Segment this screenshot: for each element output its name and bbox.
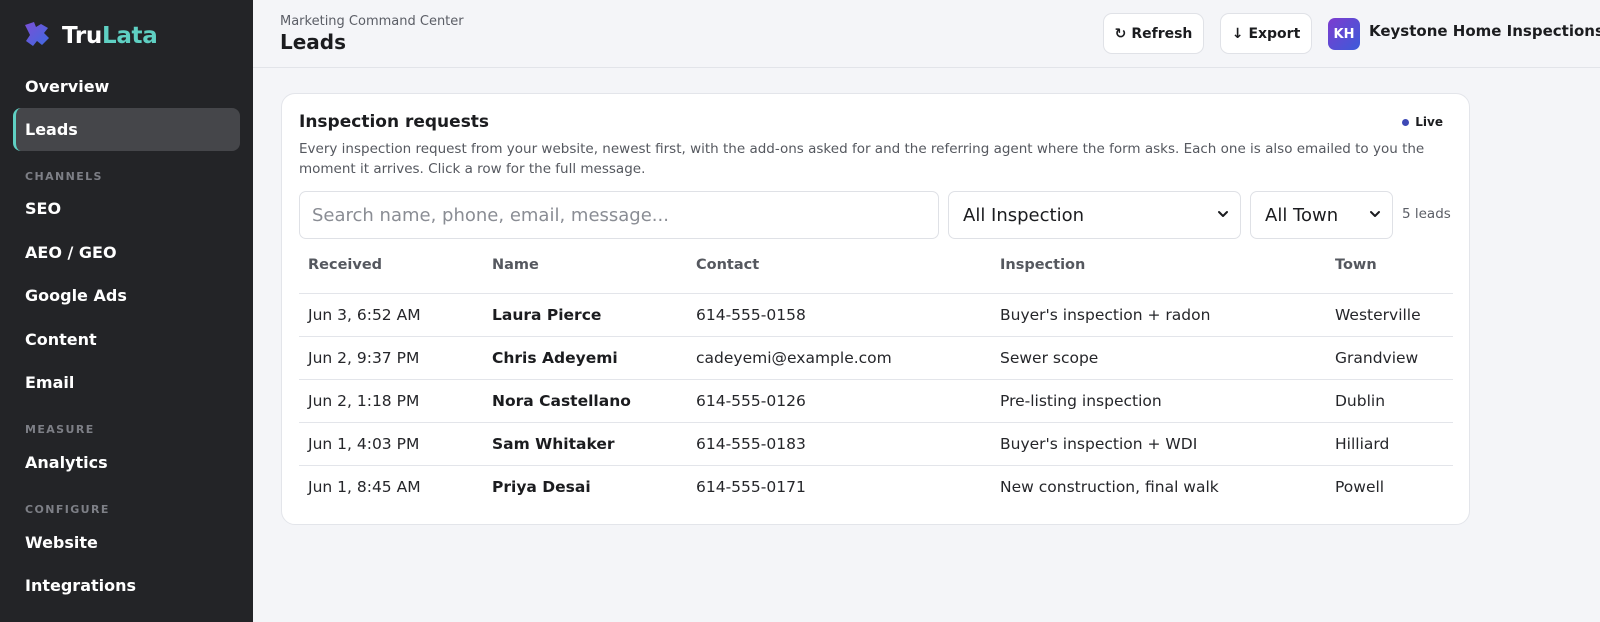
cell-inspection: Pre-listing inspection [1000, 392, 1162, 410]
export-button[interactable]: ↓ Export [1220, 13, 1312, 54]
cell-town: Westerville [1335, 306, 1421, 324]
cell-inspection: Buyer's inspection + WDI [1000, 435, 1198, 453]
inspection-filter-value: All Inspection [963, 204, 1085, 226]
cell-inspection: Buyer's inspection + radon [1000, 306, 1211, 324]
refresh-button-label: Refresh [1131, 25, 1193, 42]
table-row[interactable]: Jun 3, 6:52 AM Laura Pierce 614-555-0158… [299, 294, 1453, 337]
cell-name: Chris Adeyemi [492, 349, 618, 367]
table-header: Received Name Contact Inspection Town [299, 257, 1453, 294]
sidebar-section-channels: CHANNELS [25, 170, 103, 183]
column-header-received[interactable]: Received [308, 257, 382, 273]
export-button-label: Export [1248, 25, 1301, 42]
cell-town: Hilliard [1335, 435, 1390, 453]
brand-name: TruLata [62, 23, 158, 49]
sidebar-section-configure: CONFIGURE [25, 503, 110, 516]
live-dot-icon [1402, 118, 1410, 126]
sidebar-item-overview[interactable]: Overview [13, 65, 240, 108]
cell-name: Laura Pierce [492, 306, 602, 324]
refresh-icon: ↻ [1114, 25, 1127, 42]
cell-name: Priya Desai [492, 478, 591, 496]
brand-name-part2: Lata [101, 23, 158, 49]
page-title: Leads [280, 30, 347, 54]
column-header-contact[interactable]: Contact [696, 257, 759, 273]
sidebar-item-website[interactable]: Website [13, 521, 240, 564]
cell-inspection: Sewer scope [1000, 349, 1099, 367]
puzzle-logo-icon [22, 19, 52, 53]
sidebar-item-seo[interactable]: SEO [13, 187, 240, 230]
sidebar-item-aeo-geo[interactable]: AEO / GEO [13, 231, 240, 274]
card-title: Inspection requests [299, 112, 490, 132]
top-header: Marketing Command Center Leads ↻ Refresh… [253, 0, 1600, 68]
cell-contact: 614-555-0183 [696, 435, 806, 453]
download-arrow-icon: ↓ [1231, 25, 1244, 42]
column-header-name[interactable]: Name [492, 257, 539, 273]
card-description: Every inspection request from your websi… [299, 141, 1425, 177]
brand-name-part1: Tru [62, 23, 102, 49]
sidebar-item-google-ads[interactable]: Google Ads [13, 274, 240, 317]
table-row[interactable]: Jun 1, 8:45 AM Priya Desai 614-555-0171 … [299, 466, 1453, 509]
cell-received: Jun 2, 9:37 PM [308, 349, 420, 367]
cell-contact: cadeyemi@example.com [696, 349, 892, 367]
search-input[interactable] [299, 191, 939, 239]
chevron-down-icon [1370, 211, 1380, 217]
org-name[interactable]: Keystone Home Inspections [1369, 22, 1600, 40]
table-row[interactable]: Jun 1, 4:03 PM Sam Whitaker 614-555-0183… [299, 423, 1453, 466]
sidebar-item-integrations[interactable]: Integrations [13, 564, 240, 607]
brand-logo[interactable]: TruLata [22, 19, 158, 53]
town-filter-select[interactable]: All Town [1250, 191, 1393, 239]
cell-received: Jun 1, 8:45 AM [308, 478, 421, 496]
cell-town: Powell [1335, 478, 1385, 496]
cell-contact: 614-555-0158 [696, 306, 806, 324]
cell-contact: 614-555-0171 [696, 478, 806, 496]
inspection-filter-select[interactable]: All Inspection [948, 191, 1241, 239]
chevron-down-icon [1218, 211, 1228, 217]
column-header-inspection[interactable]: Inspection [1000, 257, 1085, 273]
cell-received: Jun 2, 1:18 PM [308, 392, 420, 410]
cell-received: Jun 3, 6:52 AM [308, 306, 421, 324]
cell-contact: 614-555-0126 [696, 392, 806, 410]
live-label: Live [1415, 115, 1443, 129]
inspection-requests-card: Inspection requests Live Every inspectio… [281, 93, 1470, 525]
lead-count: 5 leads [1402, 206, 1451, 222]
cell-inspection: New construction, final walk [1000, 478, 1219, 496]
cell-name: Sam Whitaker [492, 435, 615, 453]
sidebar-item-leads[interactable]: Leads [13, 108, 240, 151]
cell-name: Nora Castellano [492, 392, 631, 410]
town-filter-value: All Town [1265, 204, 1339, 226]
cell-town: Dublin [1335, 392, 1386, 410]
sidebar-item-content[interactable]: Content [13, 318, 240, 361]
column-header-town[interactable]: Town [1335, 257, 1377, 273]
sidebar-item-email[interactable]: Email [13, 361, 240, 404]
live-indicator: Live [1402, 115, 1443, 129]
avatar[interactable]: KH [1328, 18, 1360, 50]
breadcrumb: Marketing Command Center [280, 14, 464, 29]
table-row[interactable]: Jun 2, 1:18 PM Nora Castellano 614-555-0… [299, 380, 1453, 423]
sidebar: TruLata Overview Leads CHANNELS SEO AEO … [0, 0, 253, 622]
sidebar-section-measure: MEASURE [25, 423, 95, 436]
cell-town: Grandview [1335, 349, 1419, 367]
cell-received: Jun 1, 4:03 PM [308, 435, 420, 453]
sidebar-item-analytics[interactable]: Analytics [13, 441, 240, 484]
table-row[interactable]: Jun 2, 9:37 PM Chris Adeyemi cadeyemi@ex… [299, 337, 1453, 380]
refresh-button[interactable]: ↻ Refresh [1103, 13, 1204, 54]
